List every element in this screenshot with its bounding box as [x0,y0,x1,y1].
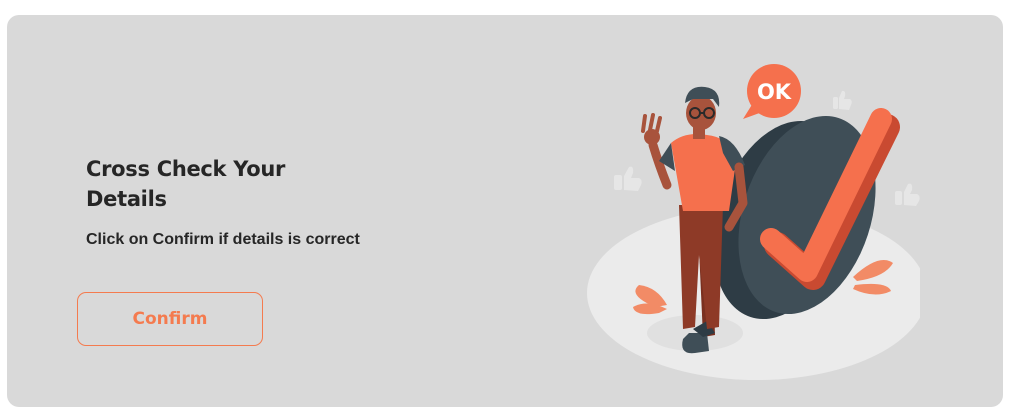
confirm-details-card: Cross Check Your Details Click on Confir… [7,15,1003,407]
confirm-button[interactable]: Confirm [77,292,263,346]
thumbs-up-icon [895,183,920,206]
speech-bubble-icon: OK [743,64,801,119]
thumbs-up-icon [614,166,642,191]
card-title: Cross Check Your Details [86,157,286,211]
card-subtitle: Click on Confirm if details is correct [86,231,360,248]
thumbs-up-icon [833,90,852,110]
bubble-text: OK [757,80,792,104]
confirmation-illustration: OK [587,64,920,380]
